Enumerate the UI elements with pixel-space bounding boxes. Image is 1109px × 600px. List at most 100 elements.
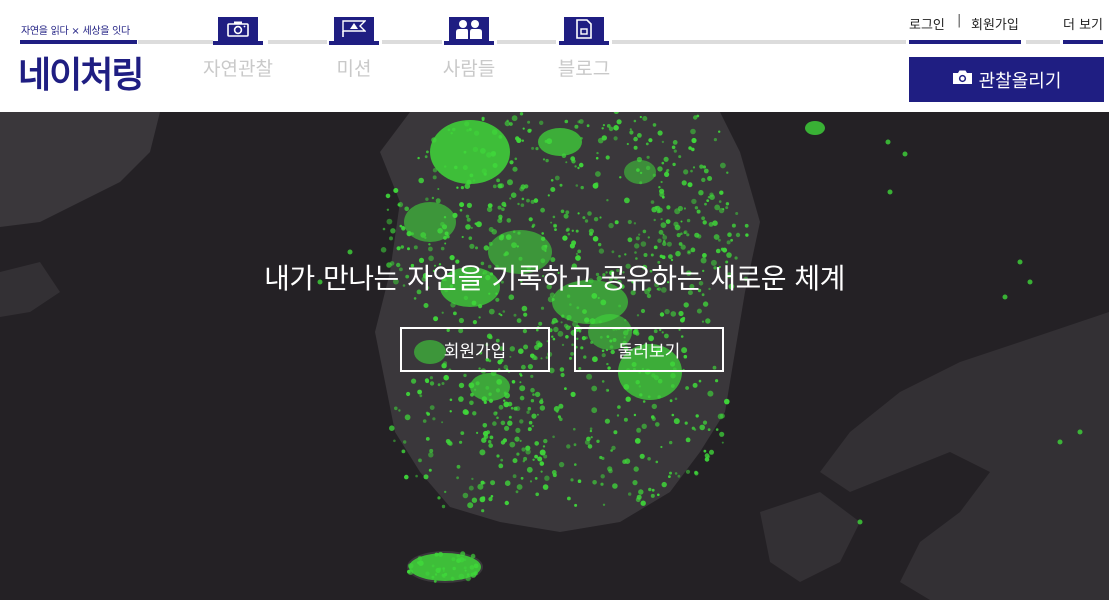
observation-dot [569, 325, 572, 328]
observation-dot [857, 519, 863, 525]
observation-dot [655, 422, 660, 427]
observation-dot [539, 449, 546, 456]
observation-dot [534, 441, 539, 446]
observation-dot [472, 146, 479, 153]
observation-dot [437, 496, 441, 500]
observation-dot [576, 306, 580, 310]
observation-dot [398, 409, 401, 412]
login-link[interactable]: 로그인 [909, 14, 945, 33]
observation-dot [686, 233, 690, 237]
observation-dot [390, 228, 396, 234]
observation-dot [570, 478, 574, 482]
observation-dot [718, 200, 722, 203]
observation-dot [433, 316, 439, 322]
observation-dot [654, 205, 658, 210]
observation-dot [669, 471, 672, 475]
observation-dot [404, 206, 410, 212]
observation-dot [540, 470, 543, 473]
observation-dot [458, 396, 464, 402]
observation-dot [573, 427, 576, 431]
observation-dot [669, 399, 673, 403]
observation-dot [694, 470, 698, 475]
observation-dot [565, 161, 568, 164]
observation-dot [671, 145, 676, 150]
observation-dot [678, 242, 683, 246]
observation-dot [698, 190, 704, 196]
observation-dot [713, 138, 718, 142]
observation-dot [442, 569, 445, 572]
hero-signup-button[interactable]: 회원가입 [400, 327, 550, 372]
observation-dot [539, 120, 544, 125]
observation-dot [674, 472, 678, 475]
observation-dot [531, 146, 535, 150]
nav-item-observe[interactable]: 자연관찰 [183, 54, 293, 81]
observation-dot [473, 571, 478, 576]
observation-dot [500, 314, 503, 317]
observation-dot [744, 223, 749, 228]
observation-dot [471, 477, 474, 481]
more-link[interactable]: 더 보기 [1063, 14, 1103, 33]
observation-dot [570, 391, 576, 397]
observation-dot [673, 221, 679, 227]
observation-dot [429, 405, 435, 410]
nav-item-people[interactable]: 사람들 [414, 54, 524, 81]
observation-dot [475, 246, 478, 250]
observation-dot [670, 311, 677, 317]
land-west-coast [0, 112, 160, 227]
observation-dot [614, 220, 619, 225]
observation-dot [425, 571, 430, 576]
observation-dot [441, 573, 445, 577]
observation-dot [657, 378, 663, 384]
observation-dot [495, 388, 501, 393]
observation-dot [500, 458, 504, 462]
observation-dot [503, 399, 506, 402]
observation-dot [647, 395, 651, 399]
observation-dot [664, 171, 670, 177]
signup-link[interactable]: 회원가입 [971, 14, 1019, 33]
observation-dot [589, 318, 596, 324]
observation-dot [446, 235, 450, 239]
observation-dot [527, 120, 531, 124]
hero-browse-button[interactable]: 둘러보기 [574, 327, 724, 372]
observation-dot [413, 245, 418, 250]
observation-dot [496, 379, 503, 385]
observation-dot [600, 299, 607, 306]
observation-dot [502, 438, 507, 443]
observation-dot [496, 416, 499, 420]
observation-dot [510, 406, 514, 410]
observation-dot [516, 245, 519, 248]
observation-dot [653, 375, 659, 381]
site-logo[interactable]: 네이처링 [18, 46, 144, 98]
observation-dot [394, 406, 398, 411]
observation-dot [685, 469, 691, 474]
observation-dot [423, 303, 429, 308]
nav-item-mission[interactable]: 미션 [299, 54, 409, 81]
observation-dot [628, 492, 632, 496]
observation-dot [428, 246, 433, 252]
observation-dot [480, 148, 486, 154]
observation-dot [704, 202, 707, 206]
nav-people-icon-box[interactable] [444, 17, 494, 45]
nav-blog-icon-box[interactable] [559, 17, 609, 45]
observation-dot [652, 123, 657, 127]
observation-dot [435, 567, 441, 573]
observation-dot [413, 297, 417, 300]
observation-dot [658, 186, 661, 189]
observation-dot [460, 186, 464, 190]
observation-dot [722, 247, 728, 253]
observation-dot [531, 424, 534, 428]
observation-dot [432, 168, 438, 173]
observation-dot [519, 381, 522, 384]
observation-dot [541, 244, 548, 251]
hotspot [624, 160, 656, 184]
observation-dot [674, 397, 678, 401]
nav-item-blog[interactable]: 블로그 [529, 54, 639, 81]
nav-observe-icon-box[interactable] [213, 17, 263, 45]
observation-dot [503, 204, 507, 208]
observation-dot [735, 212, 739, 215]
observation-dot [452, 566, 456, 571]
observation-dot [424, 155, 428, 159]
observation-dot [499, 217, 503, 220]
upload-observation-button[interactable]: 관찰올리기 [909, 57, 1104, 102]
nav-mission-icon-box[interactable] [329, 17, 379, 45]
